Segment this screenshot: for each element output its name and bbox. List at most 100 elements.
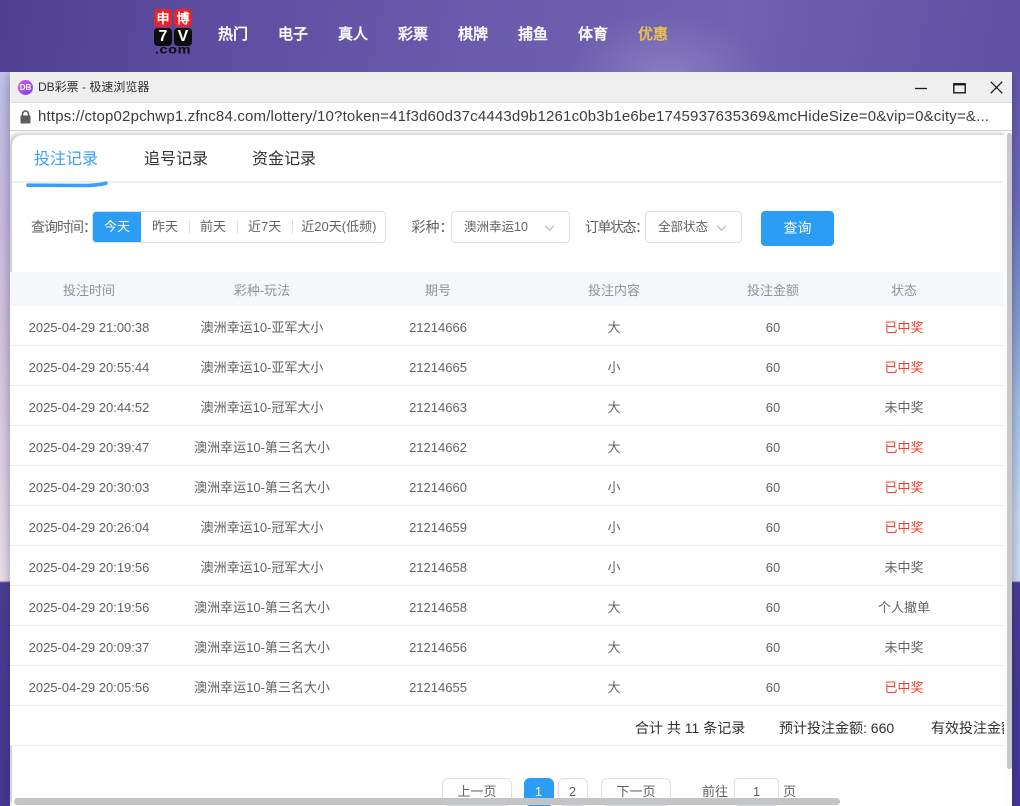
record-tabs: 投注记录 追号记录 资金记录 (10, 131, 1002, 179)
time-filter-label: 查询时间： (31, 211, 96, 243)
table-cell: 大 (520, 386, 708, 425)
status-select[interactable]: 全部状态 (645, 211, 742, 243)
chevron-down-icon (716, 223, 727, 233)
table-cell: 澳洲幸运10-第三名大小 (168, 466, 356, 505)
nav-item-热门[interactable]: 热门 (218, 23, 248, 44)
tab-资金记录[interactable]: 资金记录 (252, 148, 316, 172)
table-row[interactable]: 2025-04-29 20:26:04澳洲幸运10-冠军大小21214659小6… (10, 506, 1004, 546)
column-header: 状态 (838, 272, 970, 306)
lottery-filter-label: 彩种： (412, 211, 454, 243)
table-cell: 2025-04-29 20:55:44 (10, 346, 168, 385)
table-cell: 21214663 (356, 386, 520, 425)
table-row[interactable]: 2025-04-29 21:00:38澳洲幸运10-亚军大小21214666大6… (10, 306, 1004, 346)
browser-urlbar[interactable]: https://ctop02pchwp1.zfnc84.com/lottery/… (10, 103, 1012, 131)
nav-item-优惠[interactable]: 优惠 (638, 23, 668, 44)
time-option-昨天[interactable]: 昨天 (141, 212, 189, 242)
lottery-select-value: 澳洲幸运10 (464, 220, 528, 234)
nav-item-体育[interactable]: 体育 (578, 23, 608, 44)
browser-window: DB DB彩票 - 极速浏览器 https://ctop02pchwp1.zfn… (10, 72, 1012, 806)
summary-row: 合计 共 11 条记录 预计投注金额: 660 有效投注金额 (10, 706, 1004, 746)
filter-bar: 查询时间： 今天昨天前天近7天近20天(低频) 彩种： 澳洲幸运10 订单状态：… (10, 211, 1002, 247)
table-cell: 澳洲幸运10-亚军大小 (168, 306, 356, 345)
nav-item-彩票[interactable]: 彩票 (398, 23, 428, 44)
table-cell: 小 (520, 346, 708, 385)
table-cell: 60 (708, 506, 838, 545)
chevron-down-icon (544, 223, 555, 233)
nav-item-真人[interactable]: 真人 (338, 23, 368, 44)
table-cell: 澳洲幸运10-冠军大小 (168, 386, 356, 425)
tab-投注记录[interactable]: 投注记录 (34, 148, 98, 172)
table-cell: 已中奖 (838, 426, 970, 465)
time-option-近7天[interactable]: 近7天 (237, 212, 292, 242)
table-cell: 澳洲幸运10-冠军大小 (168, 546, 356, 585)
table-header-row: 投注时间彩种-玩法期号投注内容投注金额状态 (10, 272, 1004, 306)
site-background-right (1012, 72, 1020, 806)
nav-item-捕鱼[interactable]: 捕鱼 (518, 23, 548, 44)
table-cell: 2025-04-29 20:09:37 (10, 626, 168, 665)
table-row[interactable]: 2025-04-29 20:19:56澳洲幸运10-冠军大小21214658小6… (10, 546, 1004, 586)
table-cell: 澳洲幸运10-第三名大小 (168, 626, 356, 665)
site-banner: 申 博 7 V .com 热门 电子 真人 彩票 棋牌 捕鱼 体育 优惠 (0, 0, 1020, 72)
query-button[interactable]: 查询 (761, 211, 834, 246)
nav-item-棋牌[interactable]: 棋牌 (458, 23, 488, 44)
table-cell: 已中奖 (838, 506, 970, 545)
nav-item-电子[interactable]: 电子 (278, 23, 308, 44)
column-header: 投注内容 (520, 272, 708, 306)
table-cell: 60 (708, 386, 838, 425)
lottery-select[interactable]: 澳洲幸运10 (451, 211, 570, 243)
table-cell: 大 (520, 426, 708, 465)
main-nav: 热门 电子 真人 彩票 棋牌 捕鱼 体育 优惠 (218, 0, 698, 66)
tabs-divider (12, 181, 1002, 183)
table-cell: 21214666 (356, 306, 520, 345)
time-option-近20天(低频)[interactable]: 近20天(低频) (292, 212, 385, 242)
table-cell: 60 (708, 626, 838, 665)
table-cell: 小 (520, 466, 708, 505)
maximize-button[interactable] (944, 72, 974, 103)
bet-record-table: 投注时间彩种-玩法期号投注内容投注金额状态 2025-04-29 21:00:3… (10, 272, 1004, 706)
table-cell: 21214660 (356, 466, 520, 505)
table-cell: 未中奖 (838, 386, 970, 425)
table-cell: 小 (520, 546, 708, 585)
table-row[interactable]: 2025-04-29 20:44:52澳洲幸运10-冠军大小21214663大6… (10, 386, 1004, 426)
time-option-今天[interactable]: 今天 (93, 212, 141, 242)
table-cell: 大 (520, 586, 708, 625)
table-cell: 已中奖 (838, 306, 970, 345)
table-row[interactable]: 2025-04-29 20:09:37澳洲幸运10-第三名大小21214656大… (10, 626, 1004, 666)
table-cell: 已中奖 (838, 666, 970, 705)
horizontal-scrollbar-thumb[interactable] (14, 798, 840, 805)
vertical-scrollbar-thumb[interactable] (1007, 133, 1012, 769)
page-viewport: 投注记录 追号记录 资金记录 查询时间： 今天昨天前天近7天近20天(低频) 彩种：… (10, 131, 1012, 806)
minimize-button[interactable] (906, 72, 936, 103)
time-option-前天[interactable]: 前天 (189, 212, 237, 242)
url-text[interactable]: https://ctop02pchwp1.zfnc84.com/lottery/… (38, 103, 1004, 130)
table-row[interactable]: 2025-04-29 20:19:56澳洲幸运10-第三名大小21214658大… (10, 586, 1004, 626)
close-button[interactable] (981, 72, 1011, 103)
status-select-value: 全部状态 (658, 220, 708, 234)
table-cell: 2025-04-29 21:00:38 (10, 306, 168, 345)
browser-favicon: DB (18, 80, 33, 95)
browser-titlebar[interactable]: DB DB彩票 - 极速浏览器 (10, 72, 1012, 103)
table-cell: 2025-04-29 20:39:47 (10, 426, 168, 465)
table-cell: 未中奖 (838, 626, 970, 665)
table-cell: 大 (520, 306, 708, 345)
table-cell: 21214658 (356, 586, 520, 625)
table-cell: 60 (708, 546, 838, 585)
table-cell: 2025-04-29 20:44:52 (10, 386, 168, 425)
time-range-group: 今天昨天前天近7天近20天(低频) (92, 211, 386, 243)
table-row[interactable]: 2025-04-29 20:05:56澳洲幸运10-第三名大小21214655大… (10, 666, 1004, 706)
column-header: 投注金额 (708, 272, 838, 306)
tab-追号记录[interactable]: 追号记录 (144, 148, 208, 172)
table-row[interactable]: 2025-04-29 20:55:44澳洲幸运10-亚军大小21214665小6… (10, 346, 1004, 386)
vertical-scrollbar[interactable] (1004, 131, 1012, 806)
table-row[interactable]: 2025-04-29 20:39:47澳洲幸运10-第三名大小21214662大… (10, 426, 1004, 466)
table-cell: 60 (708, 346, 838, 385)
table-cell: 21214658 (356, 546, 520, 585)
table-cell: 21214656 (356, 626, 520, 665)
summary-valid: 有效投注金额 (931, 708, 1012, 748)
column-header: 投注时间 (10, 272, 168, 306)
table-cell: 2025-04-29 20:19:56 (10, 586, 168, 625)
site-logo[interactable]: 申 博 7 V .com (153, 9, 193, 55)
table-cell: 澳洲幸运10-冠军大小 (168, 506, 356, 545)
table-row[interactable]: 2025-04-29 20:30:03澳洲幸运10-第三名大小21214660小… (10, 466, 1004, 506)
table-cell: 2025-04-29 20:30:03 (10, 466, 168, 505)
